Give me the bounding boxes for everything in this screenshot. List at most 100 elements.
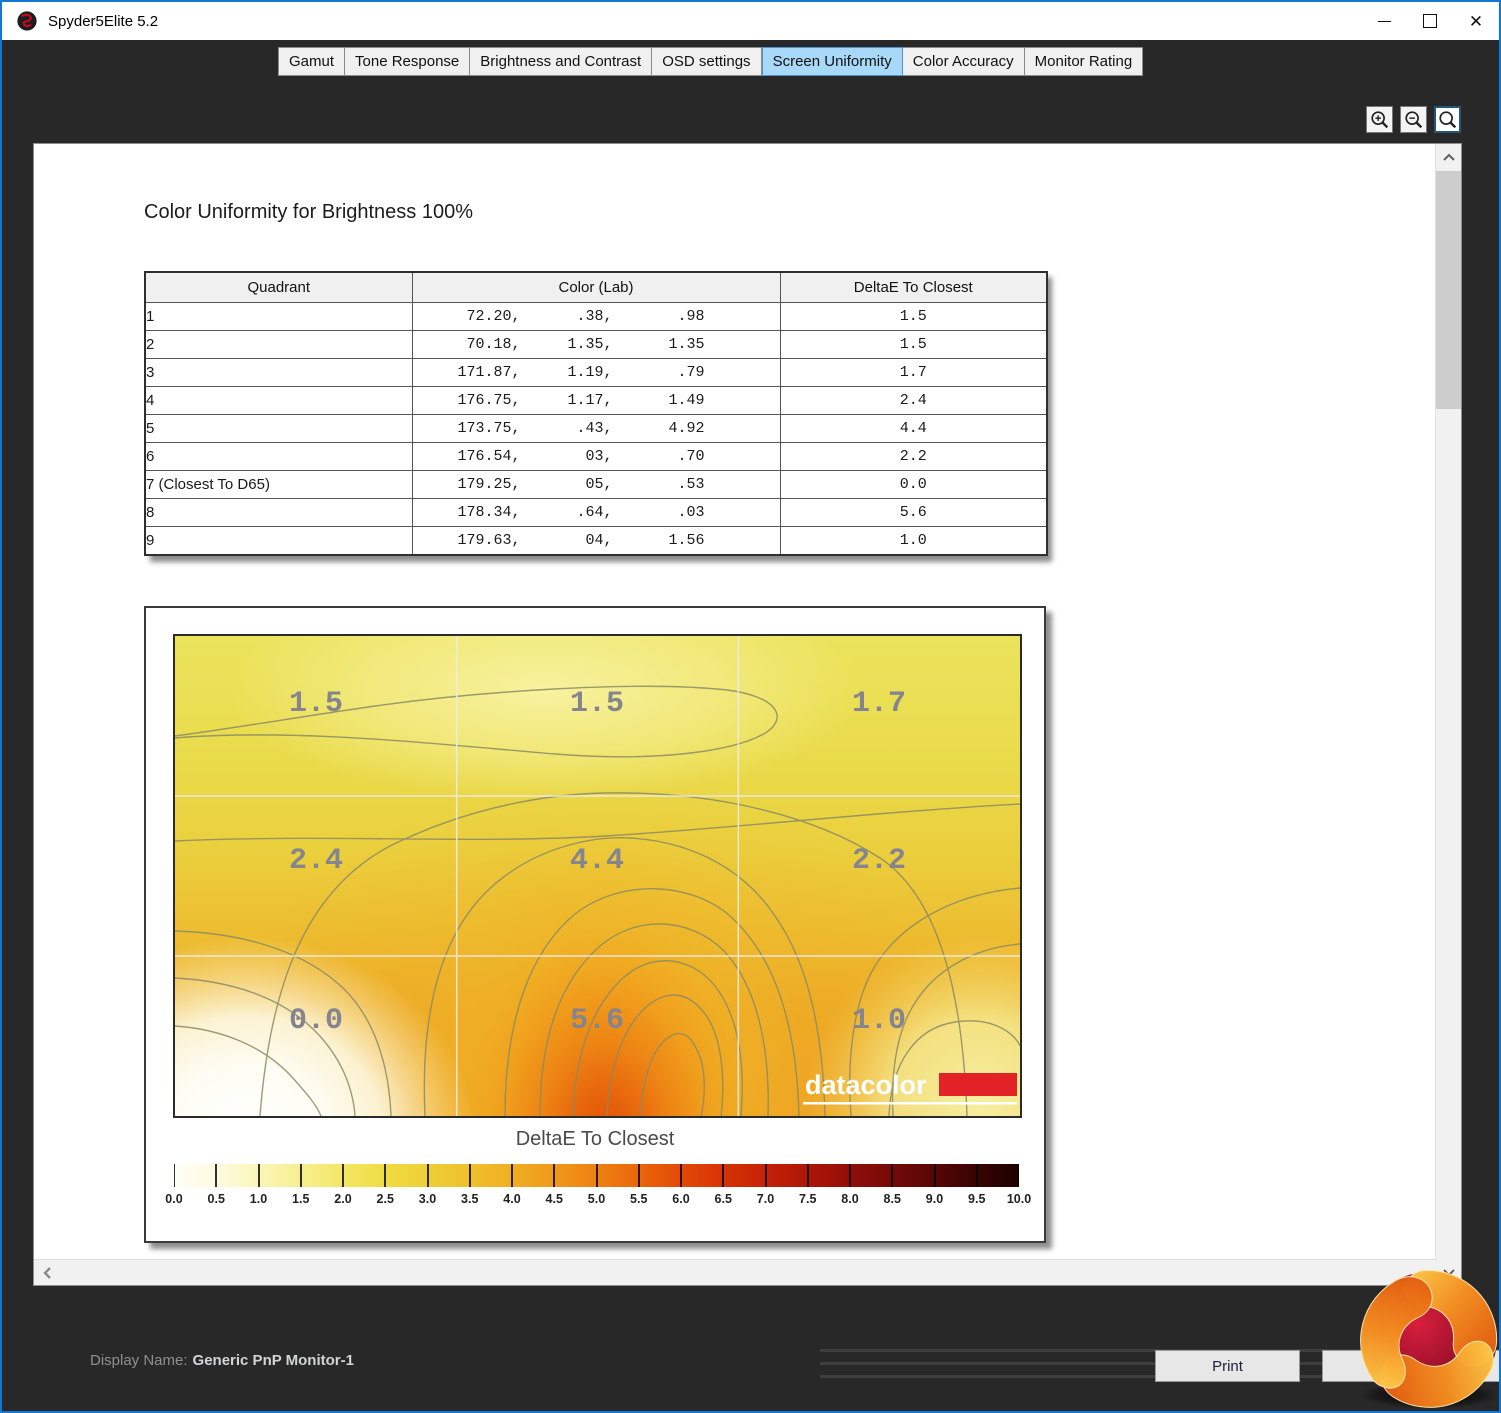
report-panel: Color Uniformity for Brightness 100% Qua… [33, 143, 1462, 1286]
colorbar-tick-label: 1.5 [292, 1192, 310, 1206]
maximize-button[interactable] [1407, 2, 1453, 40]
lab-cell: 179.63, 04, 1.56 [411, 526, 781, 556]
chevron-up-icon [1442, 153, 1455, 161]
close-button[interactable]: ✕ [1453, 2, 1499, 40]
colorbar-tick [849, 1164, 851, 1187]
colorbar-tick [975, 1164, 978, 1187]
colorbar-tick-label: 10.0 [1006, 1192, 1032, 1206]
deltae-cell: 4.4 [779, 414, 1048, 443]
print-button[interactable]: Print [1155, 1350, 1300, 1382]
colorbar-tick [680, 1164, 682, 1187]
lab-cell: 173.75, .43, 4.92 [411, 414, 781, 443]
spyder-app-icon [17, 11, 37, 31]
colorbar-tick-label: 1.0 [249, 1192, 268, 1206]
cell-value: 5.6 [570, 1004, 624, 1038]
contour-heatmap: 1.5 1.5 1.7 2.4 4.4 2.2 0.0 5.6 1.0 data… [173, 634, 1022, 1118]
colorbar-tick-label: 4.5 [545, 1192, 563, 1206]
colorbar-tick [468, 1164, 471, 1187]
col-header-color-lab: Color (Lab) [411, 271, 781, 303]
colorbar-tick-label: 0.5 [207, 1192, 225, 1206]
tab-screen-uniformity[interactable]: Screen Uniformity [761, 47, 903, 76]
colorbar-tick-labels: 0.0 0.5 1.0 1.5 2.0 2.5 3.0 3.5 4.0 4.5 5.0 5.5 6.0 6… [165, 1192, 1031, 1210]
tab-monitor-rating[interactable]: Monitor Rating [1024, 47, 1144, 76]
table-row: 3 171.87, 1.19, .79 1.7 [144, 358, 1048, 387]
minimize-button[interactable] [1361, 2, 1407, 40]
col-header-deltae: DeltaE To Closest [779, 271, 1048, 303]
colorbar-tick-label: 0.0 [165, 1192, 183, 1206]
quadrant-cell: 1 [144, 302, 413, 331]
deltae-cell: 1.0 [779, 526, 1048, 556]
deltae-cell: 1.5 [779, 302, 1048, 331]
datacolor-wordmark: datacolor [805, 1070, 927, 1100]
vertical-scrollbar-thumb[interactable] [1436, 171, 1461, 409]
page-title: Color Uniformity for Brightness 100% [144, 201, 474, 223]
deltae-cell: 1.7 [779, 358, 1048, 387]
window-controls: ✕ [1361, 2, 1499, 40]
quadrant-cell: 6 [144, 442, 413, 471]
scroll-up-button[interactable] [1436, 144, 1461, 169]
colorbar-title: DeltaE To Closest [515, 1128, 675, 1150]
zoom-in-button[interactable] [1366, 106, 1393, 133]
table-row: 9 179.63, 04, 1.56 1.0 [144, 526, 1048, 556]
colorbar-tick-label: 5.0 [587, 1192, 606, 1206]
cell-value: 1.0 [852, 1004, 906, 1038]
table-header-row: Quadrant Color (Lab) DeltaE To Closest [144, 271, 1048, 303]
colorbar-tick-label: 6.0 [672, 1192, 690, 1206]
quadrant-cell: 5 [144, 414, 413, 443]
colorbar-tick-label: 7.0 [756, 1192, 775, 1206]
lab-cell: 70.18, 1.35, 1.35 [411, 330, 781, 359]
colorbar-tick-label: 2.5 [376, 1192, 394, 1206]
colorbar-tick [933, 1164, 936, 1187]
quadrant-cell: 4 [144, 386, 413, 415]
table-row: 2 70.18, 1.35, 1.35 1.5 [144, 330, 1048, 359]
magnifier-icon [1438, 110, 1456, 128]
title-bar: Spyder5Elite 5.2 ✕ [2, 2, 1499, 40]
cell-value: 2.2 [852, 844, 906, 878]
colorbar-tick [764, 1164, 767, 1187]
zoom-out-button[interactable] [1400, 106, 1427, 133]
col-header-quadrant: Quadrant [144, 271, 413, 303]
colorbar-tick [553, 1164, 556, 1187]
tab-osd-settings[interactable]: OSD settings [652, 47, 762, 76]
colorbar-tick-label: 6.5 [714, 1192, 732, 1206]
tab-color-accuracy[interactable]: Color Accuracy [902, 47, 1025, 76]
colorbar-tick [174, 1164, 175, 1187]
datacolor-underline [803, 1102, 1017, 1105]
colorbar-tick [1018, 1164, 1019, 1187]
vertical-scrollbar[interactable] [1435, 144, 1461, 1285]
quadrant-cell: 2 [144, 330, 413, 359]
lab-cell: 176.75, 1.17, 1.49 [411, 386, 781, 415]
quadrant-cell: 8 [144, 498, 413, 527]
colorbar-tick [891, 1164, 894, 1187]
zoom-fit-button[interactable] [1434, 106, 1461, 133]
table-row: 6 176.54, 03, .70 2.2 [144, 442, 1048, 471]
magnifier-minus-icon [1404, 110, 1422, 128]
colorbar-tick-label: 7.5 [799, 1192, 817, 1206]
colorbar-tick [426, 1164, 429, 1187]
table-row: 8 178.34, .64, .03 5.6 [144, 498, 1048, 527]
colorbar-tick-label: 3.5 [461, 1192, 479, 1206]
cell-value: 0.0 [289, 1004, 343, 1038]
tab-gamut[interactable]: Gamut [278, 47, 346, 76]
table-row: 7 (Closest To D65) 179.25, 05, .53 0.0 [144, 470, 1048, 499]
tab-tone-response[interactable]: Tone Response [345, 47, 471, 76]
quadrant-cell: 7 (Closest To D65) [144, 470, 413, 499]
colorbar-tick-label: 9.0 [925, 1192, 944, 1206]
deltae-cell: 5.6 [779, 498, 1048, 527]
colorbar-tick [722, 1164, 725, 1187]
tab-brightness-and-contrast[interactable]: Brightness and Contrast [470, 47, 653, 76]
magnifier-plus-icon [1370, 110, 1388, 128]
colorbar-tick-label: 4.0 [503, 1192, 521, 1206]
contour-plot-box: 1.5 1.5 1.7 2.4 4.4 2.2 0.0 5.6 1.0 data… [144, 606, 1046, 1243]
deltae-cell: 2.2 [779, 442, 1048, 471]
lab-cell: 179.25, 05, .53 [411, 470, 781, 499]
display-name-value: Generic PnP Monitor-1 [192, 1352, 354, 1369]
cell-value: 4.4 [570, 844, 624, 878]
horizontal-scrollbar[interactable] [34, 1259, 1437, 1285]
colorbar-gradient [174, 1164, 1019, 1187]
display-name: Display Name: Generic PnP Monitor-1 [90, 1352, 354, 1369]
table-row: 5 173.75, .43, 4.92 4.4 [144, 414, 1048, 443]
colorbar-tick-label: 9.5 [968, 1192, 986, 1206]
uniformity-table: Quadrant Color (Lab) DeltaE To Closest 1… [144, 271, 1048, 556]
maximize-icon [1423, 14, 1437, 28]
